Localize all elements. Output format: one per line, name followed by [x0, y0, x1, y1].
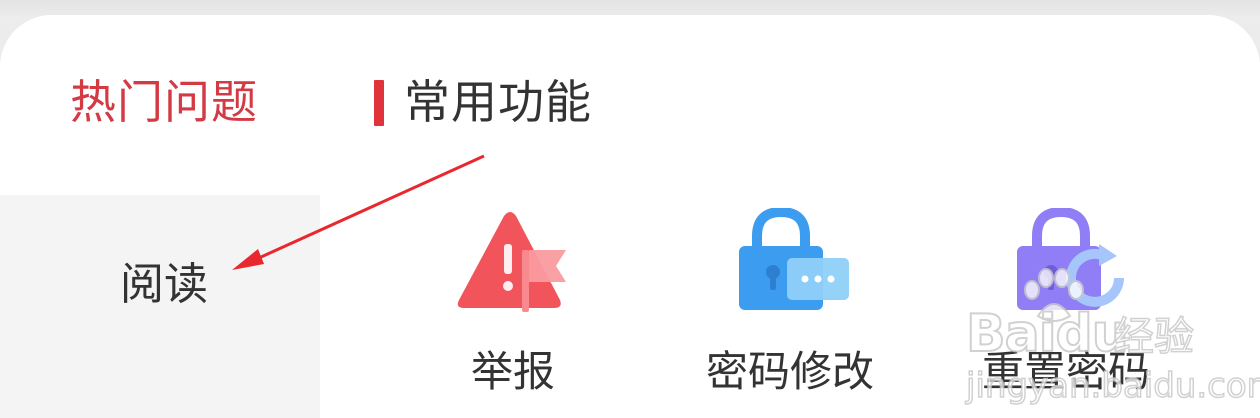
- change-password-button[interactable]: 密码修改: [670, 200, 910, 418]
- reset-password-button[interactable]: 重置密码: [946, 200, 1186, 418]
- report-warning-flag-icon: [448, 208, 578, 324]
- report-label: 举报: [470, 347, 555, 396]
- tab-active-indicator: [374, 80, 384, 126]
- tab-hot-questions[interactable]: 热门问题: [70, 72, 258, 132]
- sidebar-item-reading[interactable]: 阅读: [120, 255, 208, 315]
- tab-common-functions[interactable]: 常用功能: [404, 72, 592, 132]
- lock-password-change-icon: [725, 206, 855, 324]
- change-password-label: 密码修改: [705, 347, 874, 396]
- report-button[interactable]: 举报: [393, 200, 633, 418]
- reset-password-label: 重置密码: [981, 347, 1150, 396]
- lock-reset-icon: [1001, 206, 1131, 324]
